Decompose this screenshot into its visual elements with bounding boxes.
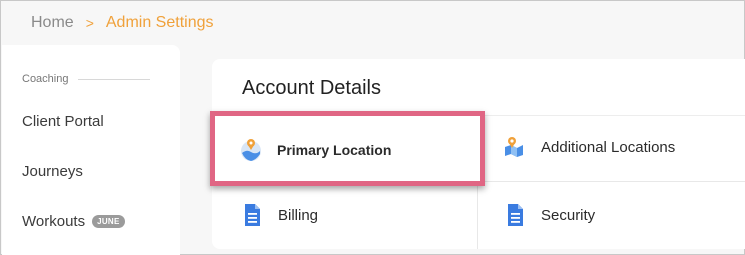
tile-additional-locations[interactable]: Additional Locations <box>503 135 675 159</box>
sidebar-item-label: Workouts <box>22 213 86 230</box>
document-icon <box>240 203 264 227</box>
breadcrumb-current: Admin Settings <box>105 14 214 31</box>
breadcrumb-separator: > <box>85 15 94 31</box>
tile-label: Primary Location <box>277 142 392 158</box>
sidebar-item-label: Client Portal <box>22 113 104 130</box>
sidebar-section-header: Coaching <box>22 73 151 85</box>
tile-primary-location-content: Primary Location <box>239 138 391 162</box>
new-badge: JUNE <box>92 215 125 228</box>
map-pin-icon <box>503 135 527 159</box>
panel-title: Account Details <box>242 77 381 99</box>
sidebar-item-journeys[interactable]: Journeys <box>22 163 83 180</box>
breadcrumb-home[interactable]: Home <box>31 14 74 32</box>
divider <box>78 78 151 80</box>
breadcrumb: Home > Admin Settings <box>31 12 213 34</box>
sidebar-item-client-portal[interactable]: Client Portal <box>22 113 104 130</box>
tile-label: Additional Locations <box>541 138 676 156</box>
location-globe-icon <box>239 138 263 162</box>
tile-security[interactable]: Security <box>503 203 595 227</box>
tile-label: Billing <box>278 206 319 224</box>
tile-primary-location[interactable]: Primary Location <box>210 111 485 186</box>
sidebar: Coaching Client Portal Journeys Workouts… <box>2 45 180 255</box>
sidebar-item-label: Journeys <box>22 163 83 180</box>
tile-label: Security <box>541 206 596 224</box>
sidebar-item-workouts[interactable]: Workouts JUNE <box>22 213 125 230</box>
sidebar-section-label: Coaching <box>22 73 69 85</box>
divider <box>477 181 478 249</box>
document-icon <box>503 203 527 227</box>
tile-billing[interactable]: Billing <box>240 203 318 227</box>
